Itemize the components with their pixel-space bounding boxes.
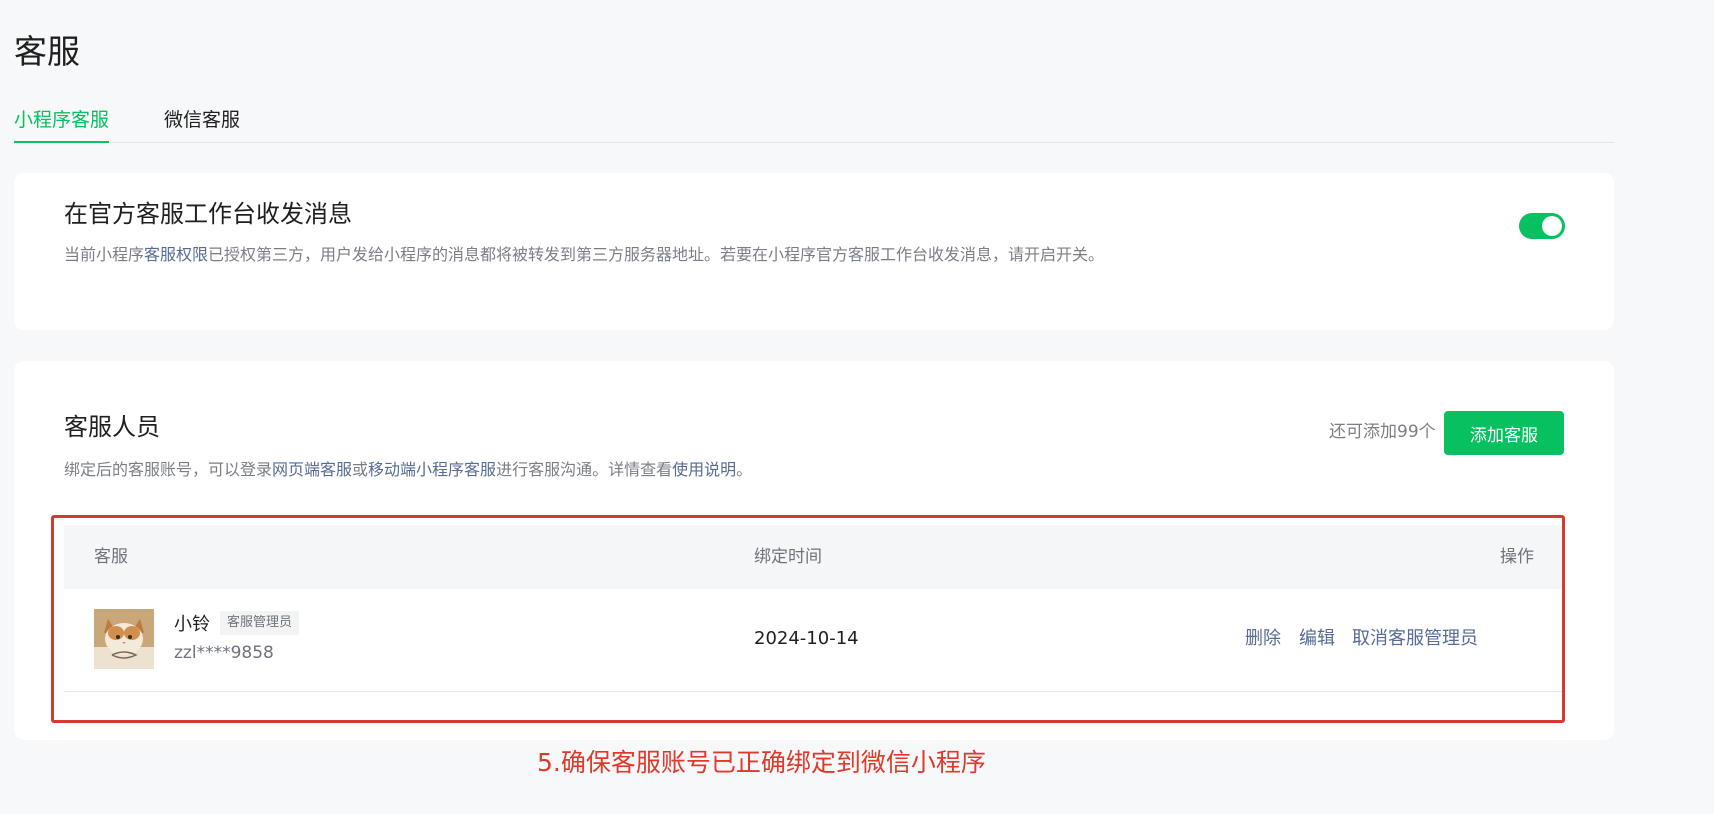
workbench-toggle[interactable]: [1519, 213, 1565, 239]
delete-link[interactable]: 删除: [1245, 627, 1281, 651]
agent-account: zzl****9858: [174, 643, 274, 663]
remaining-count: 还可添加99个: [1329, 422, 1436, 442]
annotation-text: 5.确保客服账号已正确绑定到微信小程序: [537, 748, 986, 777]
service-permission-link[interactable]: 客服权限: [144, 245, 208, 264]
web-service-link[interactable]: 网页端客服: [272, 460, 352, 479]
staff-table: 客服 绑定时间 操作 小铃 客服管理员 zzl****9858 2024-10-…: [64, 525, 1564, 692]
toggle-knob: [1542, 216, 1562, 236]
page-title: 客服: [14, 32, 80, 71]
role-badge: 客服管理员: [220, 611, 300, 635]
staff-card: 客服人员 绑定后的客服账号，可以登录网页端客服或移动端小程序客服进行客服沟通。详…: [14, 361, 1614, 740]
cancel-admin-link[interactable]: 取消客服管理员: [1352, 627, 1478, 651]
workbench-title: 在官方客服工作台收发消息: [64, 200, 352, 228]
column-agent: 客服: [94, 547, 128, 567]
bind-date: 2024-10-14: [754, 628, 859, 649]
mobile-service-link[interactable]: 移动端小程序客服: [368, 460, 496, 479]
agent-name: 小铃: [174, 614, 210, 635]
column-bind-time: 绑定时间: [754, 547, 822, 567]
edit-link[interactable]: 编辑: [1299, 627, 1335, 651]
usage-guide-link[interactable]: 使用说明: [672, 460, 736, 479]
avatar: [94, 609, 154, 669]
staff-description: 绑定后的客服账号，可以登录网页端客服或移动端小程序客服进行客服沟通。详情查看使用…: [64, 460, 753, 479]
add-service-button[interactable]: 添加客服: [1444, 411, 1564, 455]
tab-bar: 小程序客服 微信客服: [14, 100, 1614, 143]
column-actions: 操作: [1500, 547, 1534, 567]
tab-wechat-service[interactable]: 微信客服: [164, 106, 240, 134]
workbench-card: 在官方客服工作台收发消息 当前小程序客服权限已授权第三方，用户发给小程序的消息都…: [14, 173, 1614, 330]
staff-title: 客服人员: [64, 413, 160, 441]
table-row: 小铃 客服管理员 zzl****9858 2024-10-14 删除 编辑 取消…: [64, 589, 1564, 692]
table-header: 客服 绑定时间 操作: [64, 525, 1564, 589]
workbench-description: 当前小程序客服权限已授权第三方，用户发给小程序的消息都将被转发到第三方服务器地址…: [64, 245, 1105, 264]
tab-miniprogram-service[interactable]: 小程序客服: [14, 106, 110, 143]
